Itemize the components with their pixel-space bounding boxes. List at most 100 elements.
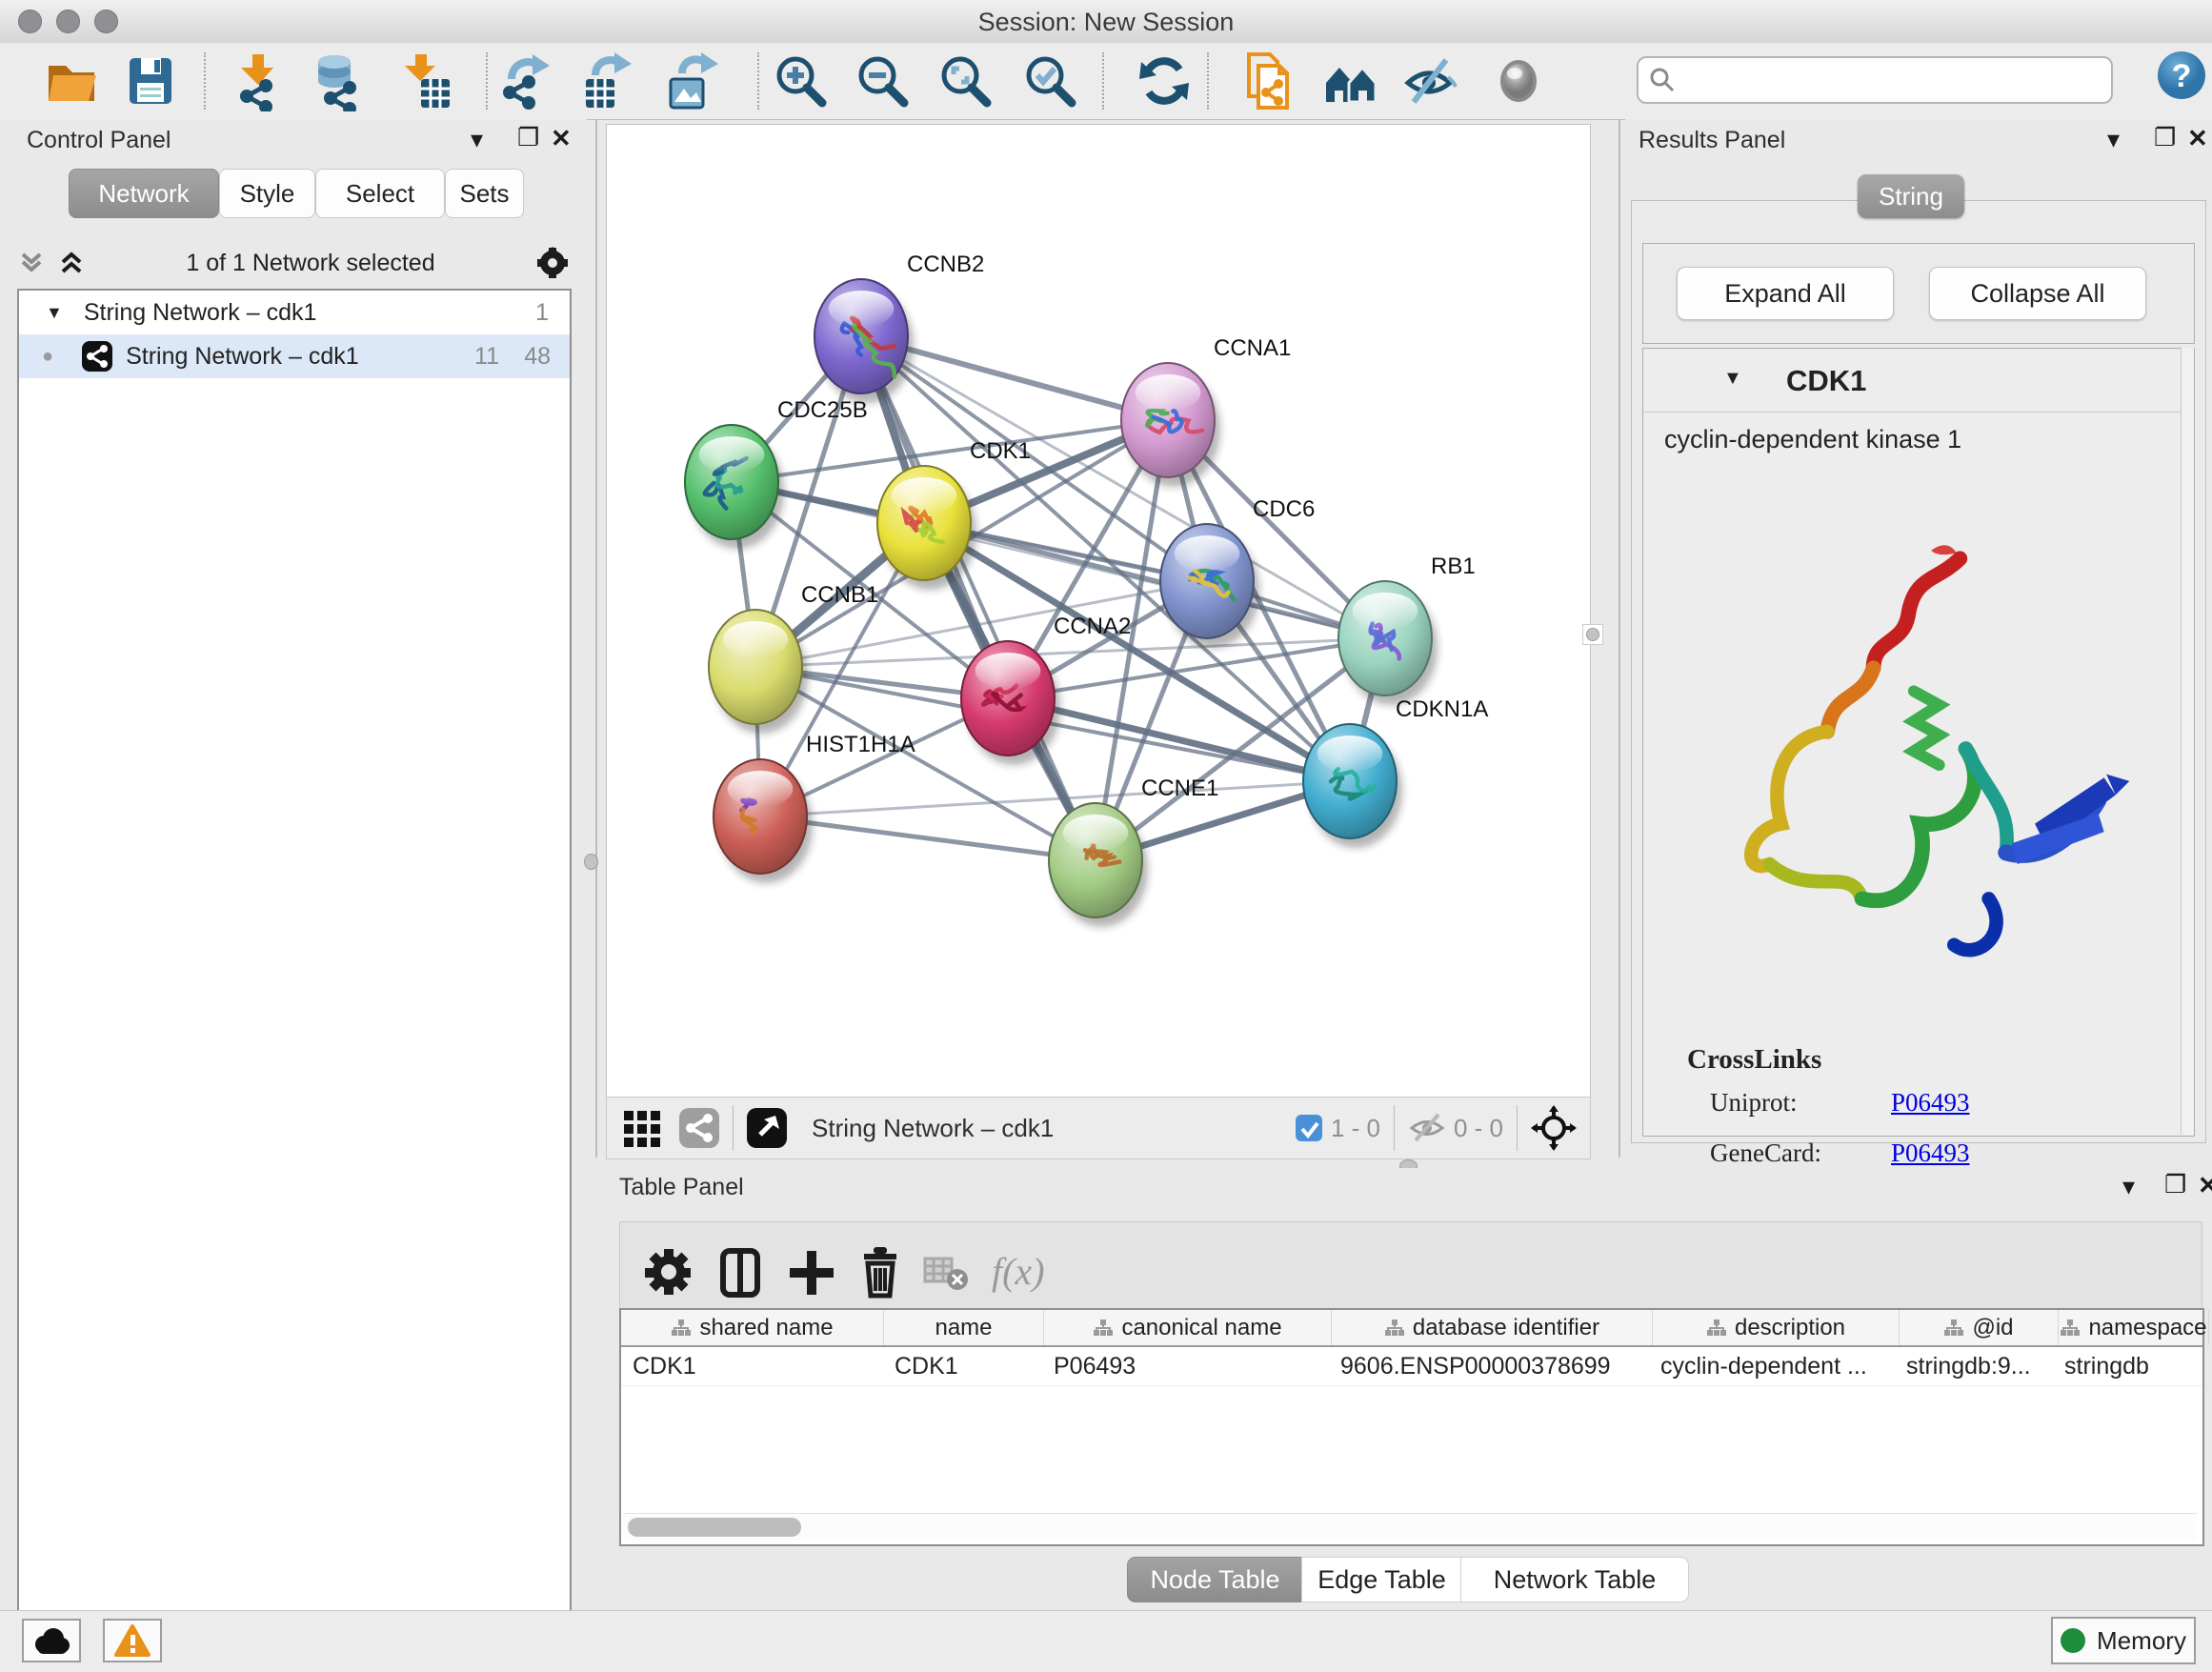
table-panel-close-icon[interactable]: ✕ xyxy=(2198,1173,2212,1198)
show-all-icon[interactable] xyxy=(1488,50,1549,111)
help-icon[interactable]: ? xyxy=(2155,49,2212,110)
tab-node-table[interactable]: Node Table xyxy=(1127,1557,1303,1602)
network-node-cdc6[interactable] xyxy=(1160,524,1259,648)
network-node-cdkn1a[interactable] xyxy=(1303,724,1402,848)
control-panel-float-icon[interactable]: ❐ xyxy=(517,125,539,150)
left-splitter[interactable] xyxy=(595,119,597,1158)
zoom-in-icon[interactable] xyxy=(770,50,831,111)
search-input[interactable] xyxy=(1637,56,2113,104)
tab-network-table[interactable]: Network Table xyxy=(1460,1557,1689,1602)
expand-all-button[interactable]: Expand All xyxy=(1677,267,1894,320)
selected-checkbox-icon[interactable] xyxy=(1295,1114,1323,1142)
main-toolbar: ? xyxy=(0,43,2212,120)
column-header-namespace[interactable]: namespace xyxy=(2059,1310,2209,1345)
export-network-icon[interactable] xyxy=(493,50,553,111)
network-node-hist1h1a[interactable] xyxy=(714,759,813,883)
column-header-name[interactable]: name xyxy=(884,1310,1044,1345)
open-session-icon[interactable] xyxy=(41,50,102,111)
gene-expander-icon[interactable]: ▼ xyxy=(1723,368,1742,390)
gene-header-row[interactable]: ▼ CDK1 xyxy=(1643,349,2194,413)
table-cell[interactable]: stringdb xyxy=(2053,1347,2202,1385)
import-table-icon[interactable] xyxy=(394,50,455,111)
collapse-all-icon[interactable] xyxy=(17,249,46,277)
table-cell[interactable]: 9606.ENSP00000378699 xyxy=(1329,1347,1649,1385)
gene-description: cyclin-dependent kinase 1 xyxy=(1664,425,1961,454)
tab-edge-table[interactable]: Edge Table xyxy=(1301,1557,1462,1602)
table-panel-collapse-icon[interactable]: ▾ xyxy=(2122,1174,2135,1199)
hide-selected-icon[interactable] xyxy=(1400,50,1461,111)
birdseye-view-icon[interactable] xyxy=(747,1108,787,1148)
node-label: CCNA1 xyxy=(1214,335,1291,361)
warnings-button[interactable] xyxy=(103,1619,162,1662)
clone-network-icon[interactable] xyxy=(1237,50,1298,111)
left-splitter-handle[interactable] xyxy=(584,854,598,870)
control-panel-close-icon[interactable]: ✕ xyxy=(551,126,572,151)
zoom-selected-icon[interactable] xyxy=(1019,50,1080,111)
import-network-from-database-icon[interactable] xyxy=(308,50,369,111)
table-cell[interactable]: CDK1 xyxy=(621,1347,883,1385)
import-network-icon[interactable] xyxy=(228,50,289,111)
network-row[interactable]: ● String Network – cdk1 11 48 xyxy=(19,334,570,378)
show-columns-icon[interactable] xyxy=(714,1245,774,1306)
refresh-view-icon[interactable] xyxy=(1134,50,1195,111)
scrollbar-thumb[interactable] xyxy=(628,1518,801,1537)
column-header-description[interactable]: description xyxy=(1653,1310,1900,1345)
table-gear-icon[interactable] xyxy=(641,1245,702,1306)
crosslink-link[interactable]: P06493 xyxy=(1891,1138,1970,1168)
network-node-cdc25b[interactable] xyxy=(685,425,784,549)
fit-content-crosshair-icon[interactable] xyxy=(1531,1105,1577,1151)
table-cell[interactable]: stringdb:9... xyxy=(1895,1347,2053,1385)
table-horizontal-scrollbar[interactable] xyxy=(623,1513,2197,1541)
crosslink-link[interactable]: P06493 xyxy=(1891,1088,1970,1118)
zoom-fit-icon[interactable] xyxy=(935,50,995,111)
table-cell[interactable]: CDK1 xyxy=(883,1347,1042,1385)
add-column-icon[interactable] xyxy=(784,1245,845,1306)
delete-column-icon[interactable] xyxy=(853,1245,914,1306)
column-header-shared-name[interactable]: shared name xyxy=(621,1310,884,1345)
network-options-gear-icon[interactable] xyxy=(535,246,570,280)
right-splitter-collapse-handle[interactable] xyxy=(1582,624,1603,645)
network-node-ccne1[interactable] xyxy=(1049,803,1148,927)
results-scrollbar[interactable] xyxy=(2181,348,2194,1135)
save-session-icon[interactable] xyxy=(120,50,181,111)
column-header--id[interactable]: @id xyxy=(1900,1310,2059,1345)
tab-select[interactable]: Select xyxy=(315,169,445,218)
network-node-ccnb1[interactable] xyxy=(709,610,808,734)
tab-string[interactable]: String xyxy=(1858,174,1964,218)
network-node-cdk1[interactable] xyxy=(877,466,976,590)
tab-style[interactable]: Style xyxy=(219,169,315,218)
memory-button[interactable]: Memory xyxy=(2051,1617,2196,1664)
tab-network[interactable]: Network xyxy=(69,169,219,218)
expand-all-icon[interactable] xyxy=(57,249,86,277)
table-cell[interactable]: P06493 xyxy=(1042,1347,1329,1385)
export-image-icon[interactable] xyxy=(659,50,720,111)
table-panel-float-icon[interactable]: ❐ xyxy=(2164,1172,2186,1197)
export-table-icon[interactable] xyxy=(574,50,635,111)
network-collection-row[interactable]: ▼ String Network – cdk1 1 xyxy=(19,291,570,334)
network-canvas[interactable]: CCNB2CCNA1CDC25BCDK1CDC6RB1CCNB1CCNA2CDK… xyxy=(606,124,1591,1098)
column-header-canonical-name[interactable]: canonical name xyxy=(1044,1310,1332,1345)
results-panel-collapse-icon[interactable]: ▾ xyxy=(2107,127,2120,151)
results-panel-float-icon[interactable]: ❐ xyxy=(2154,125,2176,150)
results-panel-close-icon[interactable]: ✕ xyxy=(2187,126,2208,151)
toolbar-separator xyxy=(1207,52,1209,110)
right-splitter[interactable] xyxy=(1619,119,1620,1158)
table-cell[interactable]: cyclin-dependent ... xyxy=(1649,1347,1895,1385)
network-edge[interactable] xyxy=(861,336,1096,860)
first-neighbors-icon[interactable] xyxy=(1320,50,1381,111)
network-node-ccnb2[interactable] xyxy=(814,279,914,403)
cloud-status-button[interactable] xyxy=(22,1619,81,1662)
toolbar-separator xyxy=(204,52,206,110)
zoom-out-icon[interactable] xyxy=(852,50,913,111)
network-node-rb1[interactable] xyxy=(1338,581,1438,705)
table-row[interactable]: CDK1CDK1P064939606.ENSP00000378699cyclin… xyxy=(621,1347,2202,1386)
collapse-all-button[interactable]: Collapse All xyxy=(1929,267,2146,320)
view-grid-icon[interactable] xyxy=(622,1107,664,1149)
column-header-database-identifier[interactable]: database identifier xyxy=(1332,1310,1653,1345)
tree-expander-icon[interactable]: ▼ xyxy=(46,303,63,323)
tab-sets[interactable]: Sets xyxy=(445,169,524,218)
string-view-icon[interactable] xyxy=(679,1108,719,1148)
network-node-ccna2[interactable] xyxy=(961,641,1060,765)
control-panel-collapse-icon[interactable]: ▾ xyxy=(471,127,483,151)
network-node-ccna1[interactable] xyxy=(1121,363,1220,487)
